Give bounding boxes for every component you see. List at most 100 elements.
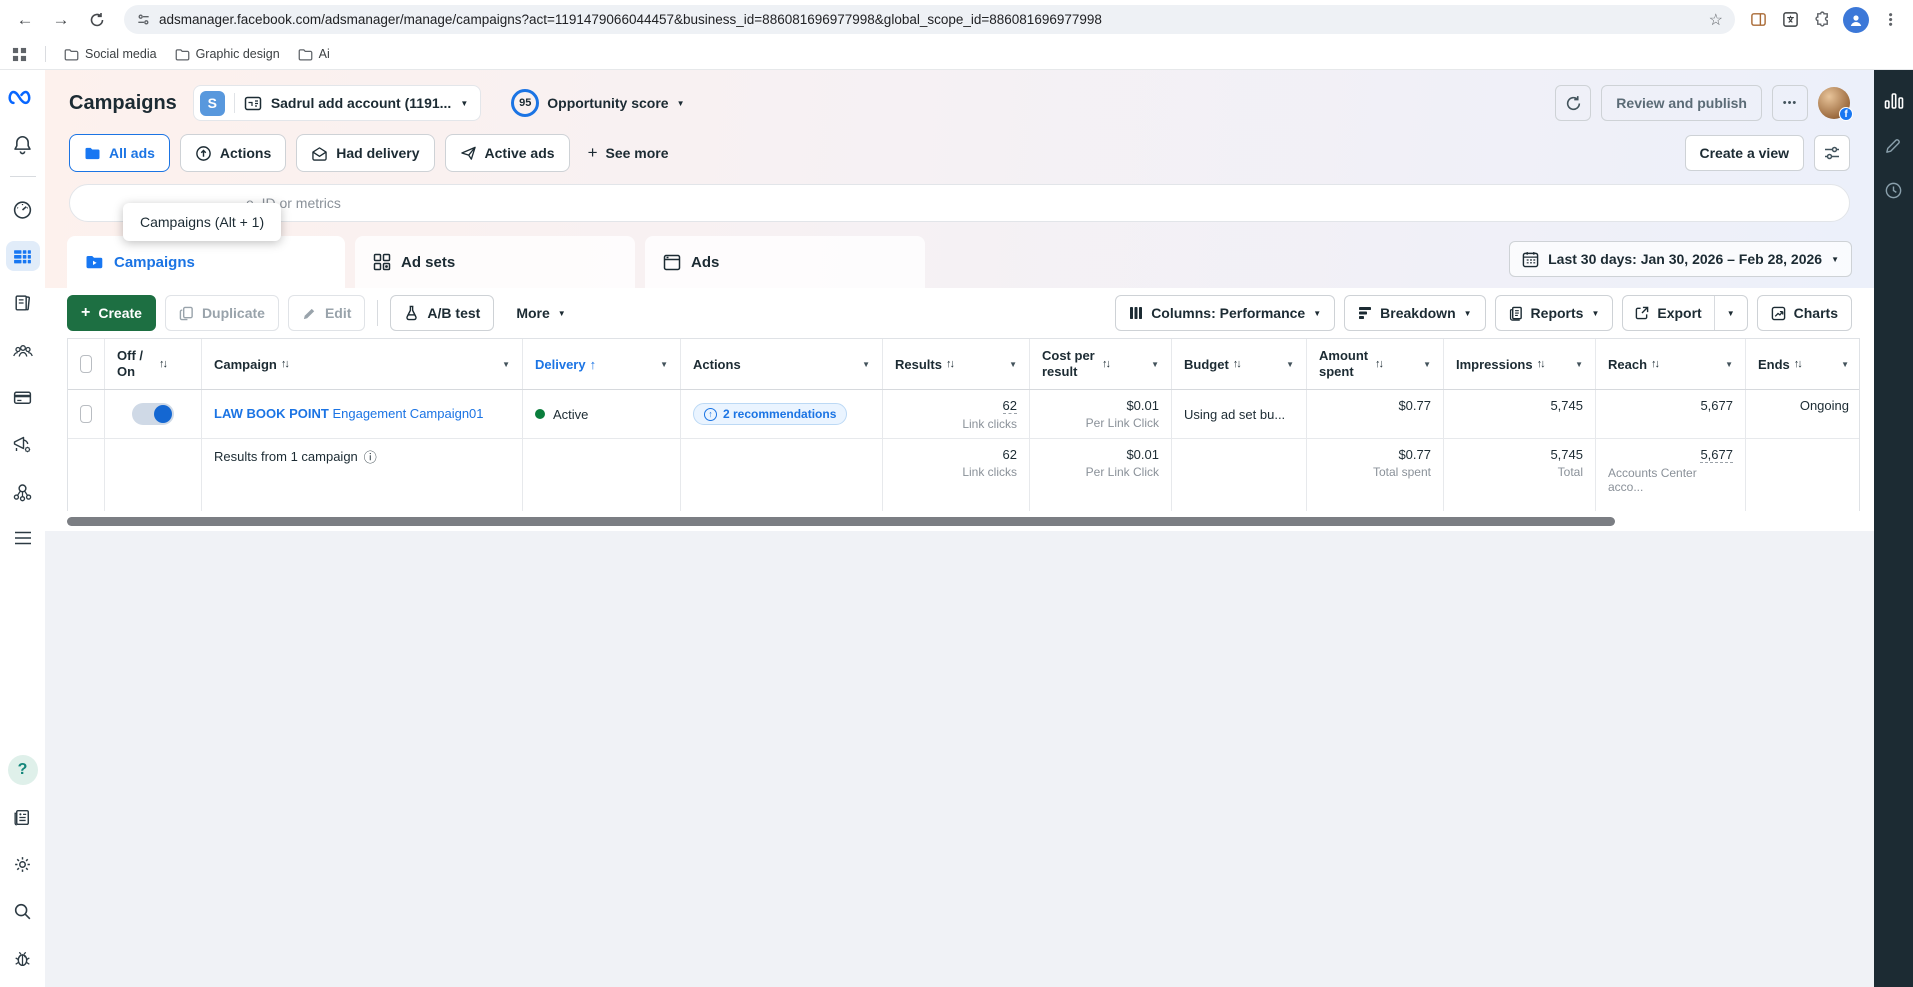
campaign-toggle[interactable] <box>132 403 174 425</box>
summary-empty-cell <box>105 439 202 511</box>
reports-button[interactable]: Reports ▼ <box>1495 295 1614 331</box>
col-delivery[interactable]: Delivery ↑ ▼ <box>523 339 681 389</box>
bookmark-star-icon[interactable]: ☆ <box>1709 10 1723 30</box>
filter-active-ads[interactable]: Active ads <box>445 134 570 172</box>
refresh-data-button[interactable] <box>1555 85 1591 121</box>
performance-charts-icon[interactable] <box>1884 92 1904 110</box>
date-range-selector[interactable]: Last 30 days: Jan 30, 2026 – Feb 28, 202… <box>1509 241 1852 277</box>
col-reach[interactable]: Reach ↑↓ ▼ <box>1596 339 1746 389</box>
select-all-checkbox[interactable] <box>80 355 92 373</box>
filter-actions[interactable]: Actions <box>180 134 286 172</box>
sort-icon: ↑↓ <box>281 358 288 370</box>
export-button[interactable]: Export <box>1623 296 1713 330</box>
filter-had-delivery[interactable]: Had delivery <box>296 134 434 172</box>
charts-button[interactable]: Charts <box>1757 295 1852 331</box>
search-icon[interactable] <box>6 896 40 926</box>
summary-empty-cell <box>1746 439 1861 511</box>
chevron-down-icon: ▼ <box>1151 360 1159 369</box>
export-icon <box>1635 306 1649 320</box>
browser-menu-icon[interactable]: ••• <box>1879 9 1901 31</box>
level-tabs: Campaigns Ad sets Ads <box>45 230 1874 288</box>
col-off-on[interactable]: Off / On ↑↓ <box>105 339 202 389</box>
site-info-icon[interactable] <box>136 12 151 27</box>
report-bug-icon[interactable] <box>6 943 40 973</box>
view-settings-icon[interactable] <box>1814 135 1850 171</box>
browser-profile-avatar[interactable] <box>1843 7 1869 33</box>
bookmark-ai[interactable]: Ai <box>298 47 330 61</box>
col-cost-per-result[interactable]: Cost per result ↑↓ ▼ <box>1030 339 1172 389</box>
breakdown-icon <box>1358 306 1372 320</box>
pages-icon[interactable] <box>6 288 40 318</box>
summary-reach-value[interactable]: 5,677 <box>1700 447 1733 463</box>
translate-icon[interactable] <box>1779 9 1801 31</box>
edit-button[interactable]: Edit <box>288 295 365 331</box>
all-tools-menu-icon[interactable] <box>6 523 40 553</box>
settings-gear-icon[interactable] <box>6 849 40 879</box>
tab-label: Ads <box>691 254 719 271</box>
col-amount-spent[interactable]: Amount spent ↑↓ ▼ <box>1307 339 1444 389</box>
breakdown-label: Breakdown <box>1380 305 1455 321</box>
opportunity-score[interactable]: 95 Opportunity score ▼ <box>511 89 684 117</box>
info-icon[interactable]: ⓘ <box>364 447 377 466</box>
duplicate-button[interactable]: Duplicate <box>165 295 279 331</box>
col-results[interactable]: Results ↑↓ ▼ <box>883 339 1030 389</box>
see-more-button[interactable]: + See more <box>580 143 677 163</box>
create-a-view-button[interactable]: Create a view <box>1685 135 1805 171</box>
whats-new-icon[interactable] <box>6 802 40 832</box>
ab-test-button[interactable]: A/B test <box>390 295 494 331</box>
ads-settings-icon[interactable] <box>6 429 40 459</box>
col-actions[interactable]: Actions ▼ <box>681 339 883 389</box>
billing-icon[interactable] <box>6 382 40 412</box>
recommendations-pill[interactable]: ↑ 2 recommendations <box>693 403 847 425</box>
col-ends[interactable]: Ends ↑↓ ▼ <box>1746 339 1861 389</box>
folder-icon <box>84 146 101 160</box>
chevron-down-icon: ▼ <box>1725 360 1733 369</box>
create-button[interactable]: + Create <box>67 295 156 331</box>
notifications-bell-icon[interactable] <box>6 129 40 159</box>
refresh-icon[interactable] <box>82 5 112 35</box>
url-bar[interactable]: adsmanager.facebook.com/adsmanager/manag… <box>124 5 1735 34</box>
account-overview-icon[interactable] <box>6 194 40 224</box>
ad-account-selector[interactable]: S Sadrul add account (1191... ▼ <box>193 85 481 121</box>
campaigns-nav-icon[interactable] <box>6 241 40 271</box>
col-impressions[interactable]: Impressions ↑↓ ▼ <box>1444 339 1596 389</box>
flask-icon <box>404 305 419 321</box>
filter-all-ads[interactable]: All ads <box>69 134 170 172</box>
review-and-publish-button[interactable]: Review and publish <box>1601 85 1762 121</box>
meta-logo[interactable] <box>6 82 40 112</box>
bookmark-social-media[interactable]: Social media <box>64 47 157 61</box>
select-all-cell <box>68 339 105 389</box>
export-options-button[interactable]: ▼ <box>1715 296 1747 330</box>
side-panel-icon[interactable] <box>1747 9 1769 31</box>
edit-panel-icon[interactable] <box>1884 136 1903 155</box>
results-value[interactable]: 62 <box>1003 398 1017 414</box>
summary-amount-cell: $0.77 Total spent <box>1307 439 1444 511</box>
filter-label: Had delivery <box>336 145 419 161</box>
more-options-button[interactable]: ••• <box>1772 85 1808 121</box>
tab-campaigns[interactable]: Campaigns <box>67 236 345 288</box>
bookmark-graphic-design[interactable]: Graphic design <box>175 47 280 61</box>
profile-avatar[interactable]: f <box>1818 87 1850 119</box>
col-budget[interactable]: Budget ↑↓ ▼ <box>1172 339 1307 389</box>
summary-impressions-cell: 5,745 Total <box>1444 439 1596 511</box>
columns-button[interactable]: Columns: Performance ▼ <box>1115 295 1335 331</box>
breakdown-button[interactable]: Breakdown ▼ <box>1344 295 1485 331</box>
extensions-icon[interactable] <box>1811 9 1833 31</box>
row-checkbox[interactable] <box>80 405 92 423</box>
col-campaign[interactable]: Campaign ↑↓ ▼ <box>202 339 523 389</box>
more-button[interactable]: More ▼ <box>503 295 578 331</box>
forward-icon[interactable]: → <box>46 5 76 35</box>
audiences-icon[interactable] <box>6 335 40 365</box>
back-icon[interactable]: ← <box>10 5 40 35</box>
search-input[interactable] <box>86 195 1833 211</box>
search-bar[interactable] <box>69 184 1850 222</box>
cost-cell: $0.01 Per Link Click <box>1030 390 1172 438</box>
events-manager-icon[interactable] <box>6 476 40 506</box>
tab-ads[interactable]: Ads <box>645 236 925 288</box>
campaign-link[interactable]: LAW BOOK POINT Engagement Campaign01 <box>214 406 484 423</box>
scrollbar-thumb[interactable] <box>67 517 1615 526</box>
apps-grid-icon[interactable] <box>12 47 27 62</box>
help-icon[interactable]: ? <box>8 755 38 785</box>
tab-ad-sets[interactable]: Ad sets <box>355 236 635 288</box>
history-clock-icon[interactable] <box>1884 181 1903 200</box>
